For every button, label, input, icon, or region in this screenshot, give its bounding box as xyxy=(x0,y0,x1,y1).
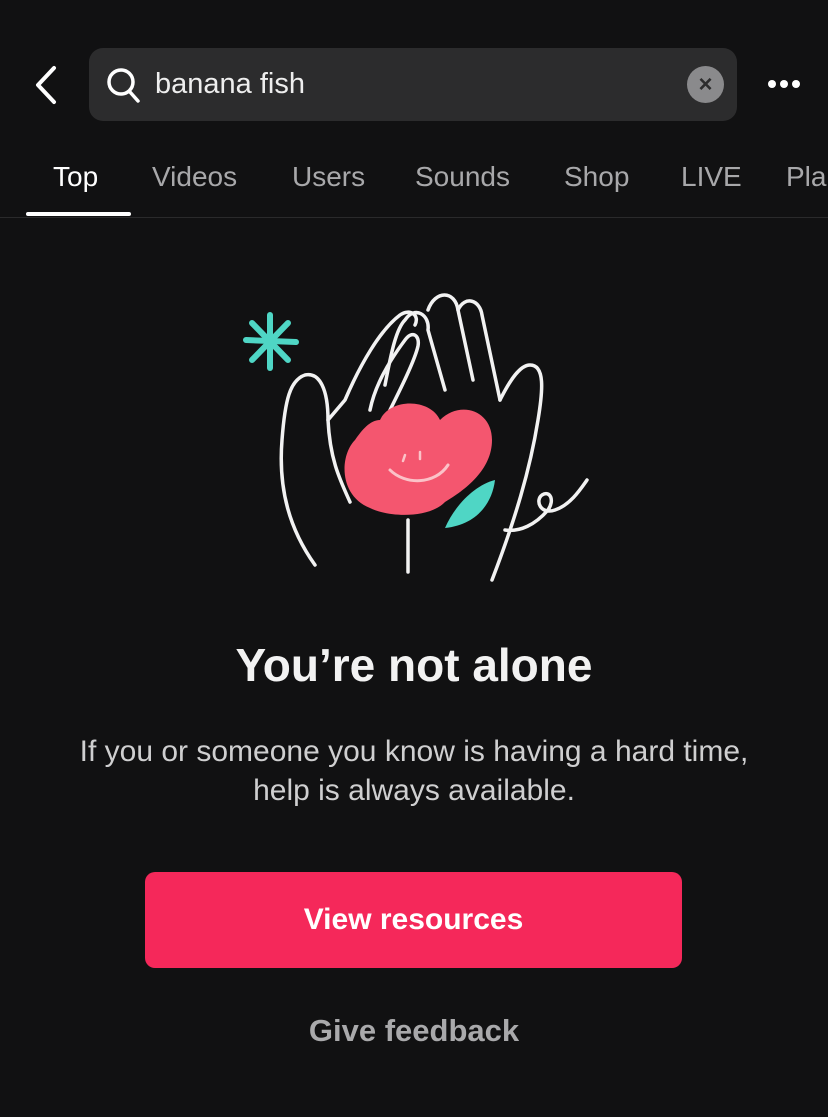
hands-holding-flower-illustration xyxy=(243,293,589,582)
clear-icon[interactable]: × xyxy=(687,66,724,103)
tab-videos[interactable]: Videos xyxy=(152,161,237,193)
message-body: If you or someone you know is having a h… xyxy=(79,735,749,807)
more-icon[interactable] xyxy=(764,64,804,104)
tab-users[interactable]: Users xyxy=(292,161,365,193)
search-input[interactable]: banana fish xyxy=(155,68,305,101)
tab-top[interactable]: Top xyxy=(53,161,98,193)
active-tab-indicator xyxy=(26,212,131,216)
search-icon xyxy=(107,68,140,103)
tab-sounds[interactable]: Sounds xyxy=(415,161,510,193)
tab-shop[interactable]: Shop xyxy=(564,161,629,193)
give-feedback-link[interactable]: Give feedback xyxy=(0,1013,828,1049)
view-resources-button[interactable]: View resources xyxy=(145,872,682,968)
search-bar[interactable]: banana fish × xyxy=(89,48,737,121)
tab-places[interactable]: Pla xyxy=(786,161,826,193)
tab-live[interactable]: LIVE xyxy=(681,161,742,193)
message-title: You’re not alone xyxy=(235,639,593,691)
back-chevron-icon[interactable] xyxy=(30,62,66,108)
search-tabs: Top Videos Users Sounds Shop LIVE Pla xyxy=(0,155,828,218)
